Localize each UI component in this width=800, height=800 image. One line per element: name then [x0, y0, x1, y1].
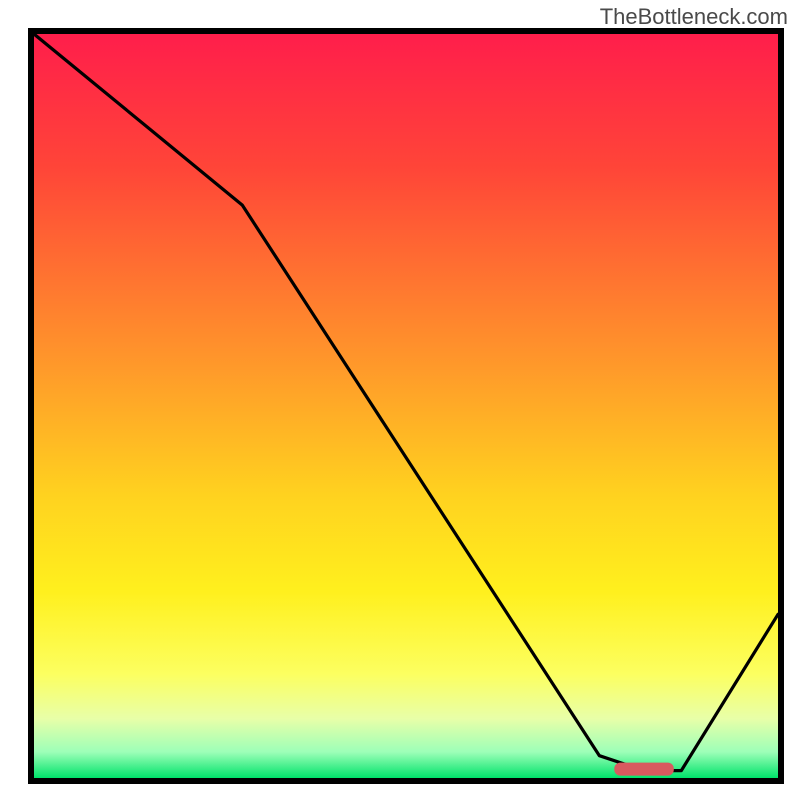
watermark-text: TheBottleneck.com [600, 4, 788, 30]
optimal-marker [614, 763, 674, 776]
chart-frame: TheBottleneck.com [0, 0, 800, 800]
gradient-rect [34, 34, 778, 778]
chart-svg [34, 34, 778, 778]
plot-area [28, 28, 784, 784]
